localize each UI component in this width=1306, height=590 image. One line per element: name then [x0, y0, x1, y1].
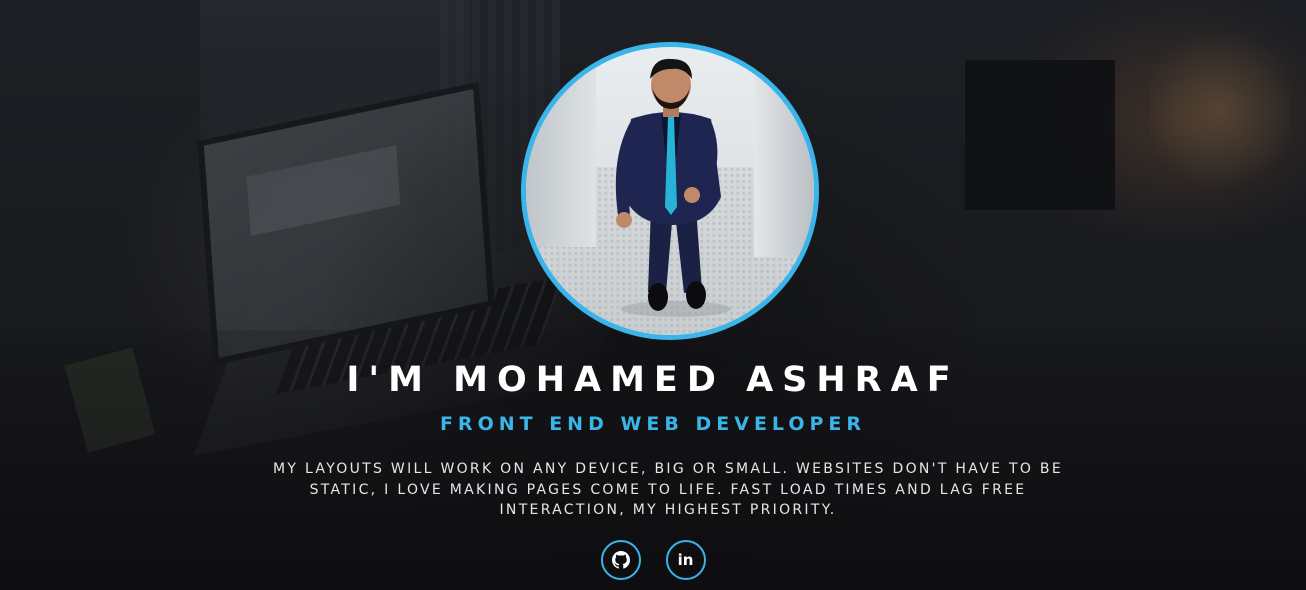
github-icon: [611, 551, 630, 569]
linkedin-icon: in: [677, 550, 694, 569]
description: MY LAYOUTS WILL WORK ON ANY DEVICE, BIG …: [273, 461, 1063, 518]
person-figure: [615, 58, 731, 317]
subtitle: FRONT END WEB DEVELOPER: [439, 413, 867, 435]
linkedin-button[interactable]: in: [665, 540, 706, 580]
profile-avatar: [521, 42, 819, 340]
github-button[interactable]: [600, 540, 641, 580]
social-links: in: [0, 540, 1306, 580]
hero-section: I'M MOHAMED ASHRAF FRONT END WEB DEVELOP…: [0, 0, 1306, 590]
headline: I'M MOHAMED ASHRAF: [346, 360, 960, 400]
